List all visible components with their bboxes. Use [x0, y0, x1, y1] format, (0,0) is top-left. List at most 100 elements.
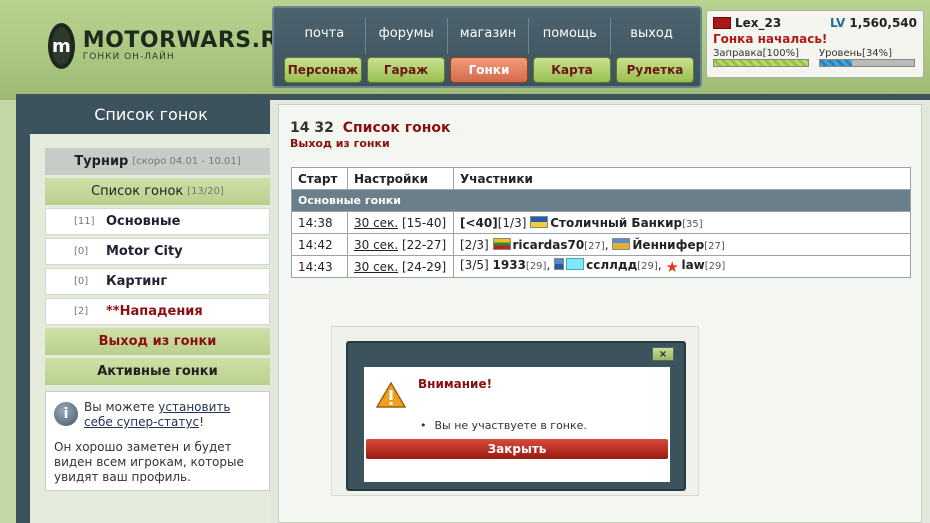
page-title-text: Список гонок	[342, 120, 451, 136]
flag-icon	[566, 258, 585, 270]
nav-link-logout[interactable]: выход	[611, 18, 692, 54]
race-settings: 30 сек. [22-27]	[347, 233, 454, 256]
level-bar	[819, 59, 915, 67]
participant-level: [29]	[525, 261, 547, 272]
modal-title: Внимание!	[418, 377, 493, 391]
table-row[interactable]: 14:38 30 сек. [15-40] [<40][1/3] Столичн…	[291, 211, 911, 234]
participant-name[interactable]: ссллдд	[586, 258, 637, 272]
server-time: 14 32	[290, 120, 334, 136]
info-body: Он хорошо заметен и будет виден всем игр…	[54, 440, 244, 484]
participants: [2/3] ricardas70[27], Йеннифер[27]	[453, 233, 911, 256]
race-table: Старт Настройки Участники Основные гонки…	[291, 167, 911, 278]
logo-subtitle: ГОНКИ ОН-ЛАЙН	[82, 52, 175, 62]
item-count: [0]	[74, 276, 89, 287]
level-range: [15-40]	[401, 215, 447, 230]
level-progress-label: Уровень[34%]	[819, 48, 893, 59]
time-setting-link[interactable]: 30 сек.	[354, 260, 398, 274]
slots: [2/3]	[460, 237, 489, 252]
table-row[interactable]: 14:43 30 сек. [24-29] [3/5] 1933[29], сс…	[291, 255, 911, 278]
sidebar-active-races-button[interactable]: Активные гонки	[45, 358, 270, 385]
info-pre: Вы можете	[84, 400, 159, 414]
nav-link-shop[interactable]: магазин	[448, 18, 530, 54]
participant-name[interactable]: 1933	[493, 258, 526, 272]
nav-button-garage[interactable]: Гараж	[367, 57, 445, 83]
item-label: **Нападения	[106, 304, 203, 319]
nav-button-races[interactable]: Гонки	[450, 57, 528, 83]
modal-message: Вы не участвуете в гонке.	[420, 419, 587, 432]
fuel-bar	[713, 59, 809, 67]
participant-level: [29]	[704, 261, 726, 272]
start-time: 14:43	[291, 255, 348, 278]
sidebar-item-tournament[interactable]: Турнир [скоро 04.01 - 10.01]	[45, 148, 270, 175]
nav-link-forums[interactable]: форумы	[366, 18, 448, 54]
time-setting-link[interactable]: 30 сек.	[354, 216, 398, 230]
participant-name[interactable]: Столичный Банкир	[550, 216, 682, 230]
column-header-start: Старт	[291, 167, 348, 190]
flag-icon	[612, 237, 631, 250]
left-background	[0, 100, 16, 523]
participants: [3/5] 1933[29], ссллдд[29], ★ law[29]	[453, 255, 911, 278]
participant-name[interactable]: ricardas70	[513, 238, 585, 252]
flag-icon	[554, 258, 565, 270]
sidebar-item-attacks[interactable]: [2] **Нападения	[45, 298, 270, 325]
close-button[interactable]: Закрыть	[366, 439, 668, 459]
user-level: LV 1,560,540	[830, 16, 917, 30]
logo-text: MOTORWARS.RU ГОНКИ ОН-ЛАЙН	[82, 28, 297, 63]
nav-button-map[interactable]: Карта	[533, 57, 611, 83]
user-name[interactable]: Lex_23	[735, 16, 781, 30]
nav-button-roulette[interactable]: Рулетка	[616, 57, 694, 83]
participant-level: [27]	[584, 240, 605, 252]
item-count: [11]	[74, 216, 95, 227]
site-logo[interactable]: m MOTORWARS.RU ГОНКИ ОН-ЛАЙН	[48, 20, 296, 72]
sidebar-menu: Турнир [скоро 04.01 - 10.01] Список гоно…	[30, 134, 270, 523]
logo-mark-icon: m	[48, 23, 75, 69]
column-header-participants: Участники	[453, 167, 911, 190]
star-icon: ★	[665, 258, 679, 276]
slots: [1/3]	[497, 215, 527, 230]
participant-name[interactable]: law	[681, 258, 704, 272]
nav-link-help[interactable]: помощь	[529, 18, 612, 54]
flag-icon	[530, 215, 549, 228]
info-post: !	[199, 415, 204, 429]
section-main-races: Основные гонки	[291, 189, 911, 212]
race-settings: 30 сек. [24-29]	[347, 255, 454, 278]
sidebar: Список гонок Турнир [скоро 04.01 - 10.01…	[20, 94, 270, 523]
nav-top-links: почта форумы магазин помощь выход	[284, 18, 692, 54]
info-icon: i	[54, 402, 78, 426]
close-icon[interactable]: ×	[652, 347, 674, 361]
nav-link-mail[interactable]: почта	[284, 18, 366, 54]
sidebar-title: Список гонок	[94, 105, 208, 124]
level-value: 1,560,540	[849, 16, 917, 30]
table-row[interactable]: 14:42 30 сек. [22-27] [2/3] ricardas70[2…	[291, 233, 911, 256]
item-label: Motor City	[106, 244, 183, 259]
warning-icon	[376, 381, 406, 408]
logo-title: MOTORWARS.RU	[82, 28, 297, 53]
nav-bottom-buttons: Персонаж Гараж Гонки Карта Рулетка	[284, 57, 694, 83]
slots: [3/5]	[460, 258, 489, 272]
participant-level: [35]	[682, 218, 703, 230]
tournament-label: Турнир	[74, 154, 129, 169]
level-range: [24-29]	[401, 259, 447, 274]
fuel-bar-fill	[714, 60, 808, 66]
race-list-label: Список гонок	[91, 184, 184, 199]
sidebar-item-race-list[interactable]: Список гонок [13/20]	[45, 178, 270, 205]
sidebar-item-karting[interactable]: [0] Картинг	[45, 268, 270, 295]
sidebar-item-motor-city[interactable]: [0] Motor City	[45, 238, 270, 265]
start-time: 14:38	[291, 211, 348, 234]
participant-level: [27]	[704, 240, 725, 252]
alert-modal: × Внимание! Вы не участвуете в гонке. За…	[346, 341, 686, 491]
participant-name[interactable]: Йеннифер	[632, 238, 704, 252]
item-count: [0]	[74, 246, 89, 257]
nav-button-character[interactable]: Персонаж	[284, 57, 362, 83]
time-setting-link[interactable]: 30 сек.	[354, 238, 398, 252]
race-status[interactable]: Гонка началась!	[713, 32, 917, 46]
item-count: [2]	[74, 306, 89, 317]
level-bar-fill	[820, 60, 852, 66]
modal-overlay: × Внимание! Вы не участвуете в гонке. За…	[331, 326, 699, 496]
sidebar-leave-race-button[interactable]: Выход из гонки	[45, 328, 270, 355]
leave-race-link[interactable]: Выход из гонки	[290, 137, 390, 150]
fuel-indicator: Заправка[100%]	[713, 48, 809, 67]
sidebar-item-main-races[interactable]: [11] Основные	[45, 208, 270, 235]
level-label: LV	[829, 16, 846, 30]
column-header-settings: Настройки	[347, 167, 454, 190]
